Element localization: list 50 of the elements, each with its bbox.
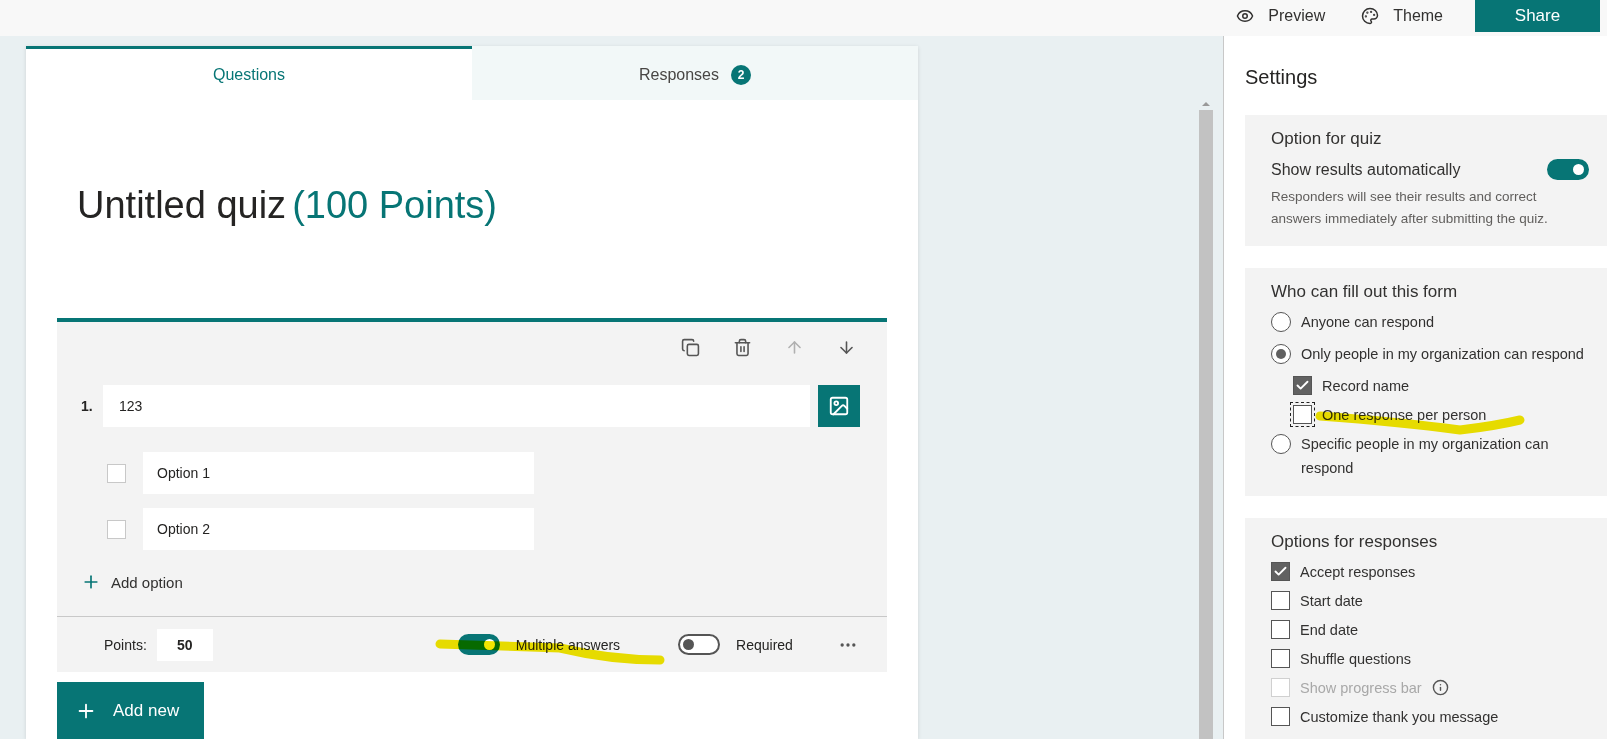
tab[interactable]: Questions	[26, 46, 472, 100]
question-field[interactable]: 123	[103, 385, 810, 427]
checkbox-label: Show progress bar	[1300, 679, 1422, 696]
palette-icon	[1361, 7, 1380, 25]
checkbox[interactable]	[1271, 562, 1290, 581]
question-number: 1.	[81, 398, 94, 414]
add-option-button[interactable]: Add option	[81, 572, 183, 592]
setting-description: Responders will see their results and correct answers immediately after submitting the quiz.	[1271, 188, 1549, 228]
checkbox[interactable]	[1271, 620, 1290, 639]
image-button[interactable]	[818, 385, 860, 427]
copy-icon[interactable]	[679, 336, 701, 358]
setting-label: Show results automatically	[1271, 160, 1461, 179]
checkbox[interactable]	[1293, 376, 1312, 395]
toggle-switch[interactable]	[678, 634, 721, 655]
checkbox-label: End date	[1300, 621, 1359, 638]
eye-icon	[1236, 7, 1255, 25]
points-label: Points:	[104, 636, 147, 653]
section-heading: Who can fill out this form	[1271, 282, 1459, 302]
quiz-title: Untitled quiz	[77, 183, 287, 227]
checkbox[interactable]	[1271, 707, 1290, 726]
toggle-label: Required	[736, 636, 793, 653]
preview-button[interactable]: Preview	[1218, 0, 1344, 32]
radio-label: Anyone can respond	[1301, 313, 1434, 332]
checkbox-label: Start date	[1300, 592, 1363, 609]
section-heading: Options for responses	[1271, 532, 1439, 552]
tab[interactable]: Responses 2	[472, 46, 918, 100]
checkbox-label: Customize thank you message	[1300, 708, 1499, 725]
checkbox[interactable]	[1271, 591, 1290, 610]
option-field[interactable]: Option 1	[143, 452, 534, 494]
radio-label: Specific people in my organization can respond	[1301, 435, 1550, 478]
image-icon	[828, 395, 850, 417]
quiz-points: (100 Points)	[292, 183, 497, 227]
radio-button[interactable]	[1271, 344, 1291, 364]
checkbox[interactable]	[1293, 405, 1312, 424]
radio-button[interactable]	[1271, 312, 1291, 332]
add-new-button[interactable]: Add new	[57, 682, 204, 739]
share-button[interactable]: Share	[1475, 0, 1600, 32]
toggle-switch[interactable]	[1547, 159, 1589, 180]
settings-title: Settings	[1245, 66, 1319, 89]
checkbox-label: Record name	[1322, 377, 1410, 394]
radio-button[interactable]	[1271, 434, 1291, 454]
radio-label: Only people in my organization can respond	[1301, 345, 1584, 364]
checkbox-label: Shuffle questions	[1300, 650, 1411, 667]
theme-button[interactable]: Theme	[1343, 0, 1461, 32]
checkbox[interactable]	[1271, 649, 1290, 668]
count-badge: 2	[731, 64, 751, 85]
option-field[interactable]: Option 2	[143, 508, 534, 550]
points-field[interactable]: 50	[156, 628, 213, 661]
checkbox-label: Accept responses	[1300, 563, 1416, 580]
section-heading: Option for quiz	[1271, 129, 1383, 149]
